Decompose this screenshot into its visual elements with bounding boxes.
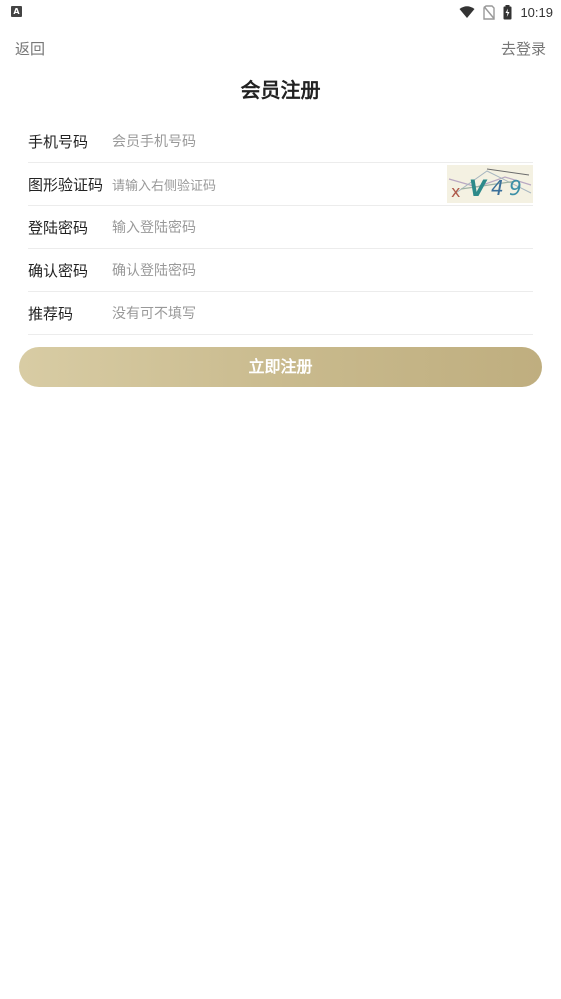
confirm-password-label: 确认密码 (28, 261, 89, 280)
battery-charging-icon (503, 4, 512, 19)
svg-text:V: V (469, 177, 488, 202)
svg-text:4: 4 (491, 176, 504, 200)
confirm-password-field-row[interactable]: 确认密码 确认登陆密码 (28, 249, 533, 292)
password-field-row[interactable]: 登陆密码 输入登陆密码 (28, 206, 533, 249)
svg-text:9: 9 (509, 176, 522, 200)
captcha-input[interactable]: 请输入右侧验证码 (112, 175, 216, 194)
phone-field-row[interactable]: 手机号码 会员手机号码 (28, 120, 533, 163)
app-notification-icon: A (11, 6, 22, 17)
go-login-link[interactable]: 去登录 (501, 38, 546, 59)
captcha-field-row[interactable]: 图形验证码 请输入右侧验证码 x V 4 9 (28, 163, 533, 206)
password-input[interactable]: 输入登陆密码 (112, 217, 196, 237)
wifi-icon (459, 5, 475, 18)
referral-label: 推荐码 (28, 304, 74, 323)
confirm-password-input[interactable]: 确认登陆密码 (112, 260, 196, 280)
referral-field-row[interactable]: 推荐码 没有可不填写 (28, 292, 533, 335)
no-sim-icon (483, 4, 496, 20)
password-label: 登陆密码 (28, 218, 89, 237)
page-title: 会员注册 (240, 78, 321, 102)
phone-label: 手机号码 (28, 132, 89, 151)
back-link[interactable]: 返回 (15, 38, 45, 59)
captcha-label: 图形验证码 (28, 175, 104, 194)
clock-time: 10:19 (520, 4, 553, 20)
captcha-image[interactable]: x V 4 9 (447, 165, 533, 203)
status-icons: 10:19 (459, 2, 553, 22)
register-now-button[interactable]: 立即注册 (19, 347, 542, 387)
status-bar: A 10:19 (0, 0, 561, 24)
svg-text:x: x (451, 182, 460, 201)
phone-input[interactable]: 会员手机号码 (112, 131, 196, 151)
registration-form: 手机号码 会员手机号码 图形验证码 请输入右侧验证码 x V 4 9 登陆密码 … (28, 120, 533, 335)
referral-input[interactable]: 没有可不填写 (112, 303, 196, 323)
